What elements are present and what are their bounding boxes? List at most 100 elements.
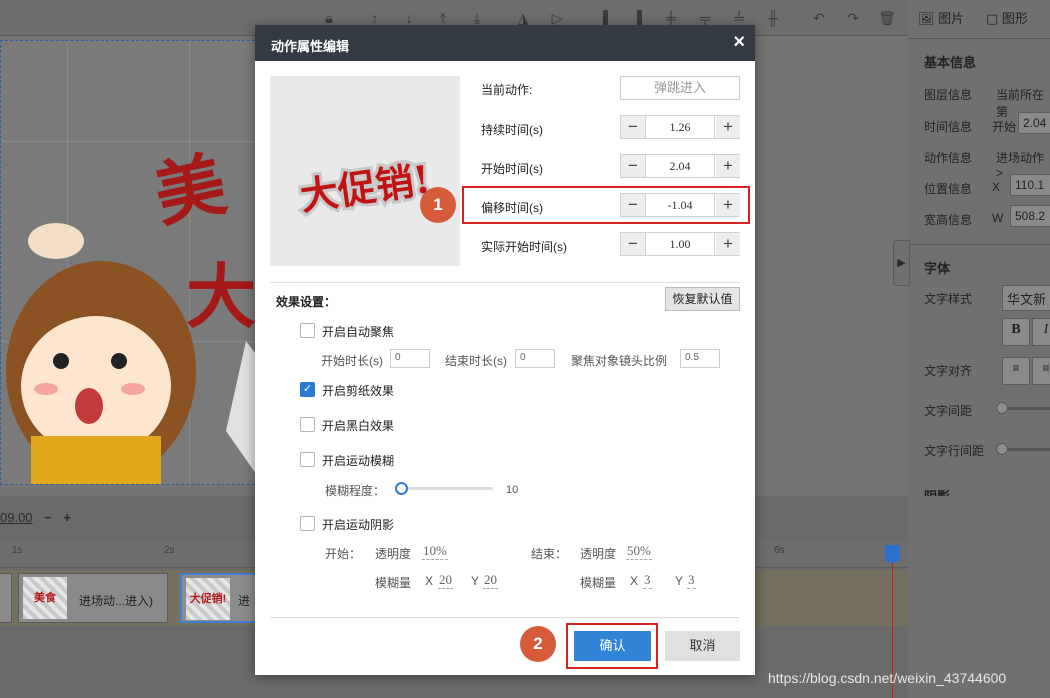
focus-ratio-input[interactable]: 0.5	[680, 349, 720, 368]
line-spacing-knob[interactable]	[996, 443, 1008, 455]
black-white-checkbox[interactable]	[300, 417, 315, 432]
timeline-time[interactable]: 09.00	[0, 510, 33, 525]
actual-start-value[interactable]: 1.00	[645, 233, 715, 255]
italic-button[interactable]: I	[1032, 318, 1050, 346]
panel-collapse-icon[interactable]: ▶	[893, 240, 910, 286]
timeline-clip-selected[interactable]: 大促销! 进	[180, 573, 260, 623]
letter-spacing-slider[interactable]	[1004, 407, 1050, 410]
motion-shadow-checkbox[interactable]	[300, 516, 315, 531]
shape-icon: ▢	[986, 11, 999, 26]
start-time-label: 开始时间(s)	[481, 162, 543, 176]
delete-icon[interactable]: 🗑︎	[878, 9, 896, 27]
blur-level-label: 模糊程度：	[325, 484, 386, 498]
time-start-field[interactable]: 2.04	[1018, 112, 1050, 134]
letter-spacing-knob[interactable]	[996, 402, 1008, 414]
ruler-tick: 1s	[12, 545, 23, 556]
increment-button[interactable]: +	[716, 116, 740, 138]
focus-start-label: 开始时长(s)	[321, 354, 383, 368]
text-align-label: 文字对齐	[924, 364, 973, 378]
shadow-end-label: 结束：	[531, 547, 568, 561]
increment-button[interactable]: +	[716, 155, 740, 177]
start-x-value[interactable]: 20	[438, 572, 453, 589]
tab-image-label: 图片	[938, 11, 965, 26]
start-opacity-value[interactable]: 10%	[422, 543, 448, 560]
property-panel: 🖼︎ 图片 ▢ 图形 基本信息 图层信息 当前所在第 时间信息 开始 2.04 …	[908, 0, 1050, 698]
decrement-button[interactable]: −	[621, 155, 645, 177]
auto-focus-checkbox[interactable]	[300, 323, 315, 338]
playhead-handle[interactable]	[885, 545, 900, 563]
current-action-field[interactable]: 弹跳进入	[620, 76, 740, 100]
focus-end-label: 结束时长(s)	[445, 354, 507, 368]
timeline-clip[interactable]	[0, 573, 12, 623]
close-icon[interactable]: ×	[733, 32, 745, 52]
action-preview: 大促销! 大促销!	[270, 76, 460, 266]
font-select[interactable]: 华文新	[1002, 285, 1050, 311]
offset-time-stepper[interactable]: − -1.04 +	[620, 193, 740, 217]
start-time-stepper[interactable]: − 2.04 +	[620, 154, 740, 178]
decrement-button[interactable]: −	[621, 116, 645, 138]
stage[interactable]: 美 大	[0, 40, 260, 485]
line-spacing-label: 文字行间距	[924, 444, 985, 458]
time-info-label: 时间信息	[924, 120, 973, 134]
actual-start-stepper[interactable]: − 1.00 +	[620, 232, 740, 256]
dialog-title: 动作属性编辑	[271, 39, 350, 54]
blur-slider-track[interactable]	[405, 487, 493, 490]
dialog-header: 动作属性编辑	[255, 25, 755, 61]
paper-cut-checkbox[interactable]: ✓	[300, 382, 315, 397]
reset-defaults-button[interactable]: 恢复默认值	[665, 287, 740, 311]
size-w-field[interactable]: 508.2	[1010, 205, 1050, 227]
end-y-value[interactable]: 3	[687, 572, 696, 589]
redo-icon[interactable]: ↷	[844, 9, 862, 27]
preview-text: 大促销!	[297, 156, 433, 219]
start-y-value[interactable]: 20	[483, 572, 498, 589]
undo-icon[interactable]: ↶	[810, 9, 828, 27]
end-x-label: X	[630, 574, 639, 588]
duration-stepper[interactable]: − 1.26 +	[620, 115, 740, 139]
ruler-tick: 2s	[164, 545, 175, 556]
start-time-value[interactable]: 2.04	[645, 155, 715, 177]
end-blur-amount-label: 模糊量	[580, 576, 617, 590]
motion-blur-checkbox[interactable]	[300, 452, 315, 467]
zoom-out-icon[interactable]: −	[44, 510, 52, 525]
start-blur-amount-label: 模糊量	[375, 576, 412, 590]
blur-slider-knob[interactable]	[395, 482, 408, 495]
cancel-button[interactable]: 取消	[665, 631, 740, 661]
line-spacing-slider[interactable]	[1004, 448, 1050, 451]
duration-value[interactable]: 1.26	[645, 116, 715, 138]
focus-end-input[interactable]: 0	[515, 349, 555, 368]
distribute-icon[interactable]: ╫	[764, 9, 782, 27]
text-style-label: 文字样式	[924, 292, 973, 306]
tab-shape[interactable]: ▢ 图形	[986, 8, 1028, 27]
motion-shadow-label: 开启运动阴影	[322, 518, 395, 532]
divider	[270, 282, 740, 283]
clip-thumbnail: 大促销!	[186, 578, 230, 620]
confirm-button[interactable]: 确认	[574, 631, 651, 661]
increment-button[interactable]: +	[716, 233, 740, 255]
actual-start-label: 实际开始时间(s)	[481, 240, 567, 254]
step-badge: 1	[420, 187, 456, 223]
divider	[270, 617, 740, 618]
align-left-button[interactable]: ≡	[1002, 357, 1030, 385]
letter-spacing-label: 文字间距	[924, 404, 973, 418]
decrement-button[interactable]: −	[621, 194, 645, 216]
position-x-field[interactable]: 110.1	[1010, 174, 1050, 196]
increment-button[interactable]: +	[716, 194, 740, 216]
zoom-in-icon[interactable]: +	[63, 510, 71, 525]
clip-label: 进场动...进入)	[79, 594, 153, 608]
end-x-value[interactable]: 3	[643, 572, 652, 589]
shadow-section-title: 阴影	[924, 486, 950, 496]
end-opacity-value[interactable]: 50%	[626, 543, 652, 560]
align-center-button[interactable]: ≡	[1032, 357, 1050, 385]
bold-button[interactable]: B	[1002, 318, 1030, 346]
timeline-clip[interactable]: 美食 进场动...进入)	[18, 573, 168, 623]
basic-info-title: 基本信息	[924, 55, 977, 70]
layer-info-label: 图层信息	[924, 88, 973, 102]
start-y-label: Y	[471, 574, 480, 588]
action-properties-dialog: 动作属性编辑 × 大促销! 大促销! 当前动作: 弹跳进入 持续时间(s) − …	[255, 25, 755, 675]
offset-time-value[interactable]: -1.04	[645, 194, 715, 216]
focus-start-input[interactable]: 0	[390, 349, 430, 368]
decrement-button[interactable]: −	[621, 233, 645, 255]
shadow-start-label: 开始：	[325, 547, 362, 561]
motion-blur-label: 开启运动模糊	[322, 454, 395, 468]
tab-image[interactable]: 🖼︎ 图片	[918, 8, 964, 27]
